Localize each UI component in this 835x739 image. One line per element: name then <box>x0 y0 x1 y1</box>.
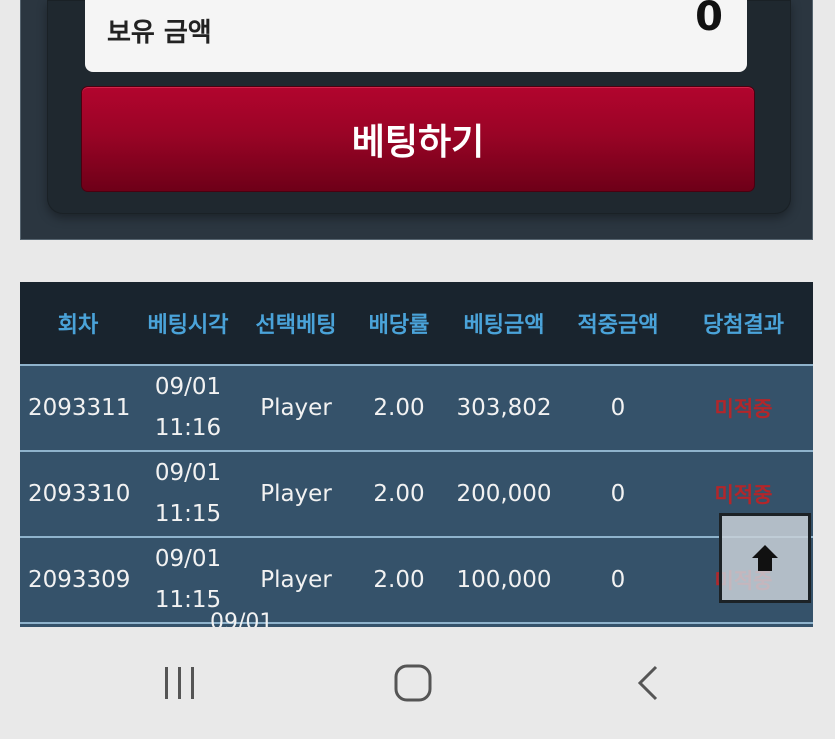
cell-win-amount: 0 <box>610 395 626 421</box>
recent-apps-button[interactable] <box>130 627 230 739</box>
arrow-up-icon <box>752 545 778 571</box>
recent-apps-icon <box>165 667 194 699</box>
balance-value: 0 <box>695 0 723 40</box>
cell-time: 11:15 <box>154 501 222 527</box>
cell-odds: 2.00 <box>373 567 425 593</box>
back-button[interactable] <box>598 627 698 739</box>
header-bet-time: 베팅시각 <box>147 313 229 338</box>
balance-label: 보유 금액 <box>107 18 212 48</box>
cell-date: 09/01 <box>210 610 274 627</box>
header-round: 회차 <box>57 313 99 338</box>
cell-odds: 2.00 <box>373 395 425 421</box>
cell-round: 2093310 <box>28 481 131 507</box>
cell-result: 미적중 <box>714 483 773 507</box>
cell-bet-amount: 303,802 <box>456 395 552 421</box>
table-row: 2093309 09/01 11:15 Player 2.00 100,000 … <box>20 536 813 622</box>
cell-win-amount: 0 <box>610 481 626 507</box>
cell-bet-time: 09/01 11:15 <box>136 453 240 535</box>
cell-bet-amount: 200,000 <box>456 481 552 507</box>
cell-bet-time: 09/01 11:15 <box>136 539 240 621</box>
cell-odds: 2.00 <box>373 481 425 507</box>
home-icon <box>394 664 432 702</box>
cell-selection: Player <box>260 481 332 507</box>
header-win-amount: 적중금액 <box>577 313 659 338</box>
cell-date: 09/01 <box>154 546 222 572</box>
scroll-to-top-button[interactable] <box>719 513 811 603</box>
header-odds: 배당률 <box>368 313 430 338</box>
balance-box: 보유 금액 0 <box>85 0 747 72</box>
cell-bet-amount: 100,000 <box>456 567 552 593</box>
table-row: 2093310 09/01 11:15 Player 2.00 200,000 … <box>20 450 813 536</box>
betting-panel: 보유 금액 0 베팅하기 <box>20 0 813 240</box>
cell-date: 09/01 <box>154 460 222 486</box>
betting-panel-inner: 보유 금액 0 베팅하기 <box>47 0 791 214</box>
cell-result: 미적중 <box>714 397 773 421</box>
system-nav-bar <box>0 627 835 739</box>
table-header: 회차 베팅시각 선택베팅 배당률 베팅금액 적중금액 당첨결과 <box>20 282 813 364</box>
bet-history-table: 회차 베팅시각 선택베팅 배당률 베팅금액 적중금액 당첨결과 2093311 … <box>20 282 813 627</box>
cell-time: 11:16 <box>154 415 222 441</box>
back-icon <box>637 665 658 701</box>
cell-round: 2093309 <box>28 567 131 593</box>
bet-button[interactable]: 베팅하기 <box>81 86 755 192</box>
header-bet-amount: 베팅금액 <box>463 313 545 338</box>
cell-round: 2093311 <box>28 395 131 421</box>
cell-win-amount: 0 <box>610 567 626 593</box>
cell-date: 09/01 <box>154 374 222 400</box>
home-button[interactable] <box>363 627 463 739</box>
header-selection: 선택베팅 <box>255 313 337 338</box>
cell-selection: Player <box>260 395 332 421</box>
cell-selection: Player <box>260 567 332 593</box>
cell-bet-time: 09/01 11:16 <box>136 367 240 449</box>
header-result: 당첨결과 <box>703 313 784 338</box>
table-row: 2093311 09/01 11:16 Player 2.00 303,802 … <box>20 364 813 450</box>
